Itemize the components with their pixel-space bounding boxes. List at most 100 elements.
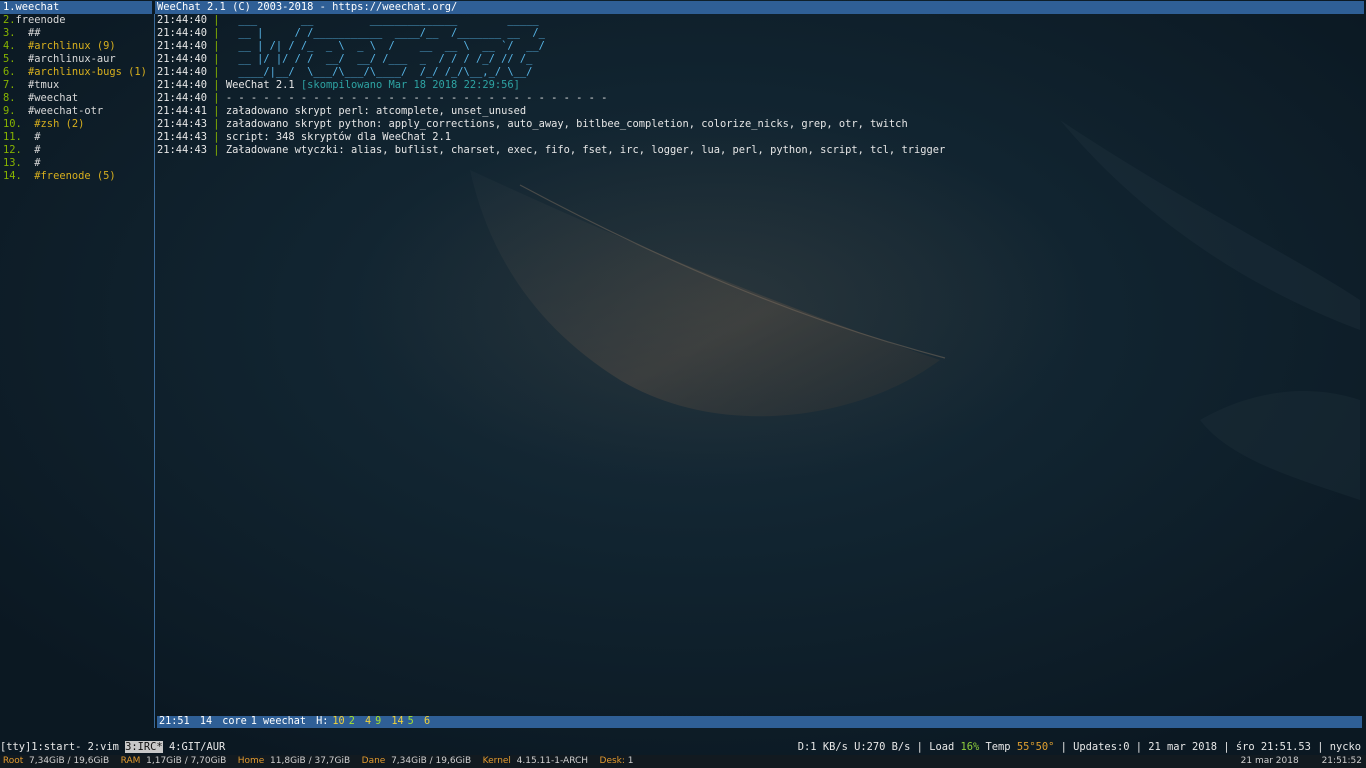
buflist-item-badge: (1) bbox=[128, 66, 147, 78]
buflist-item-number: 1. bbox=[3, 1, 16, 13]
buflist-item[interactable]: 5. #archlinux-aur bbox=[0, 53, 152, 66]
chat-time: 21:44:40 bbox=[157, 53, 208, 65]
tmux-status-line: [tty]1:start- 2:vim 3:IRC* 4:GIT/AUR D:1 … bbox=[0, 741, 1366, 754]
buflist-item-name: # bbox=[34, 131, 41, 143]
buflist-item[interactable]: 3. ## bbox=[0, 27, 152, 40]
chat-area: 21:44:40 | ___ __ ______________ _____ 21… bbox=[157, 14, 1357, 157]
load-label: Load bbox=[929, 741, 955, 753]
tmux-window-current[interactable]: 3:IRC* bbox=[125, 741, 163, 753]
buflist-item[interactable]: 1.weechat bbox=[0, 1, 152, 14]
buflist-item[interactable]: 14. #freenode (5) bbox=[0, 170, 152, 183]
chat-message: script: 348 skryptów dla WeeChat 2.1 bbox=[225, 131, 452, 143]
weechat-status-bar: 21:51 14 core 1 weechat H: 10 2 49 14 5 6 bbox=[157, 716, 1362, 728]
buflist-item[interactable]: 9. #weechat-otr bbox=[0, 105, 152, 118]
buflist-sidebar: 1.weechat 2.freenode 3. ## 4. #archlinux (9… bbox=[0, 1, 152, 707]
sidebar-separator bbox=[154, 14, 155, 728]
buflist-item-name: # bbox=[34, 157, 41, 169]
dane-label: Dane bbox=[361, 756, 386, 766]
chat-time: 21:44:43 bbox=[157, 131, 208, 143]
weechat-ascii-logo: ____/|__/ \___/\___/\____/ /_/ /_/\__,_/… bbox=[225, 66, 533, 78]
buflist-item[interactable]: 6. #archlinux-bugs (1) bbox=[0, 66, 152, 79]
buflist-item-badge: (2) bbox=[65, 118, 85, 130]
chat-line: 21:44:41 | załadowano skrypt perl: atcom… bbox=[157, 105, 1357, 118]
buflist-item-number: 11. bbox=[3, 131, 22, 143]
kernel-label: Kernel bbox=[482, 756, 511, 766]
buflist-item-name: #archlinux-bugs bbox=[28, 66, 122, 78]
tmux-date: 21 mar 2018 bbox=[1148, 741, 1218, 753]
buflist-item-number: 12. bbox=[3, 144, 22, 156]
chat-prefix-separator: | bbox=[207, 40, 226, 52]
temp-value: 55°50° bbox=[1016, 741, 1055, 753]
dane-value: 7,34GiB / 19,6GiB bbox=[391, 756, 472, 766]
chat-prefix-separator: | bbox=[207, 92, 226, 104]
buflist-item-number: 13. bbox=[3, 157, 22, 169]
compiled-text: [skompilowano Mar 18 2018 22:29:56] bbox=[300, 79, 520, 91]
chat-time: 21:44:43 bbox=[157, 118, 208, 130]
buflist-item[interactable]: 10. #zsh (2) bbox=[0, 118, 152, 131]
buflist-item-number: 8. bbox=[3, 92, 16, 104]
status-hotlist-item[interactable]: 14 bbox=[389, 716, 405, 727]
chat-prefix-separator: | bbox=[207, 144, 226, 156]
status-buffer: 1 weechat bbox=[250, 716, 306, 727]
status-hotlist-item[interactable]: 10 bbox=[330, 716, 346, 727]
chat-time: 21:44:40 bbox=[157, 66, 208, 78]
status-hotlist-label: H: bbox=[316, 716, 329, 727]
status-hotlist-count: 2 bbox=[348, 716, 355, 727]
status-buffer-number: 14 bbox=[199, 716, 213, 727]
chat-line: 21:44:40 | __ | / /___________ ____/__ /… bbox=[157, 27, 1357, 40]
chat-time: 21:44:40 bbox=[157, 79, 208, 91]
buflist-item-name: weechat bbox=[15, 1, 60, 13]
load-value: 16% bbox=[960, 741, 980, 753]
sysbar-time: 21:51:52 bbox=[1321, 756, 1362, 766]
chat-time: 21:44:43 bbox=[157, 144, 208, 156]
tmux-window[interactable]: 2:vim bbox=[88, 741, 119, 753]
chat-line: 21:44:43 | Załadowane wtyczki: alias, bu… bbox=[157, 144, 1357, 157]
buflist-item[interactable]: 4. #archlinux (9) bbox=[0, 40, 152, 53]
chat-prefix-separator: | bbox=[207, 14, 226, 26]
chat-time: 21:44:40 bbox=[157, 14, 208, 26]
buflist-item-name: # bbox=[34, 144, 41, 156]
chat-time: 21:44:41 bbox=[157, 105, 208, 117]
home-label: Home bbox=[237, 756, 265, 766]
status-hotlist-item[interactable]: 6 bbox=[422, 716, 432, 727]
chat-line: 21:44:43 | script: 348 skryptów dla WeeC… bbox=[157, 131, 1357, 144]
window-title-bar: WeeChat 2.1 (C) 2003-2018 - https://weec… bbox=[155, 1, 1364, 14]
chat-line: 21:44:40 | __ | /| / /_ _ \ _ \ / __ __ … bbox=[157, 40, 1357, 53]
tmux-right-status: D:1 KB/s U:270 B/s | Load 16% Temp 55°50… bbox=[797, 741, 1361, 753]
net-speed: D:1 KB/s U:270 B/s bbox=[797, 741, 911, 753]
dash-separator: - - - - - - - - - - - - - - - - - - - - … bbox=[225, 92, 608, 104]
buflist-item[interactable]: 11. # bbox=[0, 131, 152, 144]
chat-time: 21:44:40 bbox=[157, 40, 208, 52]
desk-value: 1 bbox=[627, 756, 634, 766]
weechat-ascii-logo: __ | /| / /_ _ \ _ \ / __ __ \ __ `/ __/ bbox=[225, 40, 545, 52]
buflist-item[interactable]: 13. # bbox=[0, 157, 152, 170]
tmux-window[interactable]: 1:start- bbox=[31, 741, 81, 753]
chat-line: 21:44:40 | __ |/ |/ / / __/ __/ /___ _ /… bbox=[157, 53, 1357, 66]
ram-value: 1,17GiB / 7,70GiB bbox=[146, 756, 227, 766]
version-text: WeeChat 2.1 bbox=[225, 79, 295, 91]
buflist-item-name: #zsh bbox=[34, 118, 60, 130]
status-hotlist-item[interactable]: 4 bbox=[363, 716, 373, 727]
buflist-item[interactable]: 8. #weechat bbox=[0, 92, 152, 105]
buflist-item-name: #freenode bbox=[34, 170, 91, 182]
buflist-item-number: 14. bbox=[3, 170, 22, 182]
home-value: 11,8GiB / 37,7GiB bbox=[270, 756, 351, 766]
buflist-item[interactable]: 2.freenode bbox=[0, 14, 152, 27]
status-core: core bbox=[222, 716, 247, 727]
chat-time: 21:44:40 bbox=[157, 27, 208, 39]
buflist-item-number: 6. bbox=[3, 66, 16, 78]
chat-prefix-separator: | bbox=[207, 27, 226, 39]
system-info-bar: Root 7,34GiB / 19,6GiB RAM 1,17GiB / 7,7… bbox=[0, 755, 1366, 768]
chat-line: 21:44:40 | ___ __ ______________ _____ bbox=[157, 14, 1357, 27]
root-value: 7,34GiB / 19,6GiB bbox=[29, 756, 110, 766]
chat-message: Załadowane wtyczki: alias, buflist, char… bbox=[225, 144, 946, 156]
chat-message: załadowano skrypt python: apply_correcti… bbox=[225, 118, 908, 130]
buflist-item-name: #weechat-otr bbox=[28, 105, 104, 117]
sysbar-date: 21 mar 2018 bbox=[1240, 756, 1299, 766]
buflist-item[interactable]: 7. #tmux bbox=[0, 79, 152, 92]
buflist-item-name: #archlinux bbox=[28, 40, 91, 52]
tmux-window[interactable]: 4:GIT/AUR bbox=[169, 741, 225, 753]
chat-prefix-separator: | bbox=[207, 79, 226, 91]
buflist-item[interactable]: 12. # bbox=[0, 144, 152, 157]
chat-prefix-separator: | bbox=[207, 66, 226, 78]
